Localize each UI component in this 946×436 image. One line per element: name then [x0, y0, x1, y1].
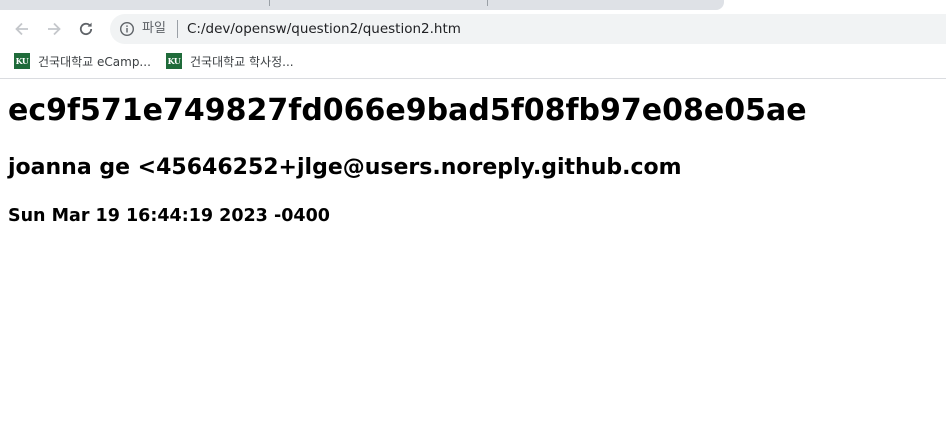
reload-button[interactable] — [73, 16, 99, 42]
info-icon[interactable] — [119, 21, 135, 37]
bookmark-academic[interactable]: KU 건국대학교 학사정... — [166, 52, 294, 70]
tab-strip — [0, 0, 946, 12]
scheme-label: 파일 — [142, 21, 166, 36]
ku-logo-icon: KU — [166, 53, 182, 69]
bookmarks-bar: KU 건국대학교 eCamp... KU 건국대학교 학사정... — [0, 46, 946, 79]
bookmark-ecampus[interactable]: KU 건국대학교 eCamp... — [14, 52, 151, 70]
date-heading: Sun Mar 19 16:44:19 2023 -0400 — [8, 206, 330, 226]
address-bar[interactable]: 파일 C:/dev/opensw/question2/question2.htm — [110, 14, 946, 44]
bookmark-label: 건국대학교 eCamp... — [38, 54, 151, 69]
forward-button[interactable] — [41, 16, 67, 42]
arrow-right-icon — [48, 22, 61, 36]
omnibox-divider — [177, 20, 178, 38]
url-text[interactable]: C:/dev/opensw/question2/question2.htm — [187, 21, 461, 37]
commit-hash-heading: ec9f571e749827fd066e9bad5f08fb97e08e05ae — [8, 93, 807, 128]
author-heading: joanna ge <45646252+jlge@users.noreply.g… — [8, 155, 682, 180]
tab-strip-background — [0, 0, 724, 10]
browser-toolbar: 파일 C:/dev/opensw/question2/question2.htm — [0, 12, 946, 46]
reload-icon — [79, 22, 93, 36]
back-button[interactable] — [9, 16, 35, 42]
tab-separator — [269, 0, 270, 6]
bookmark-label: 건국대학교 학사정... — [190, 54, 294, 69]
ku-logo-icon: KU — [14, 53, 30, 69]
tab-separator — [487, 0, 488, 6]
arrow-left-icon — [15, 22, 28, 36]
